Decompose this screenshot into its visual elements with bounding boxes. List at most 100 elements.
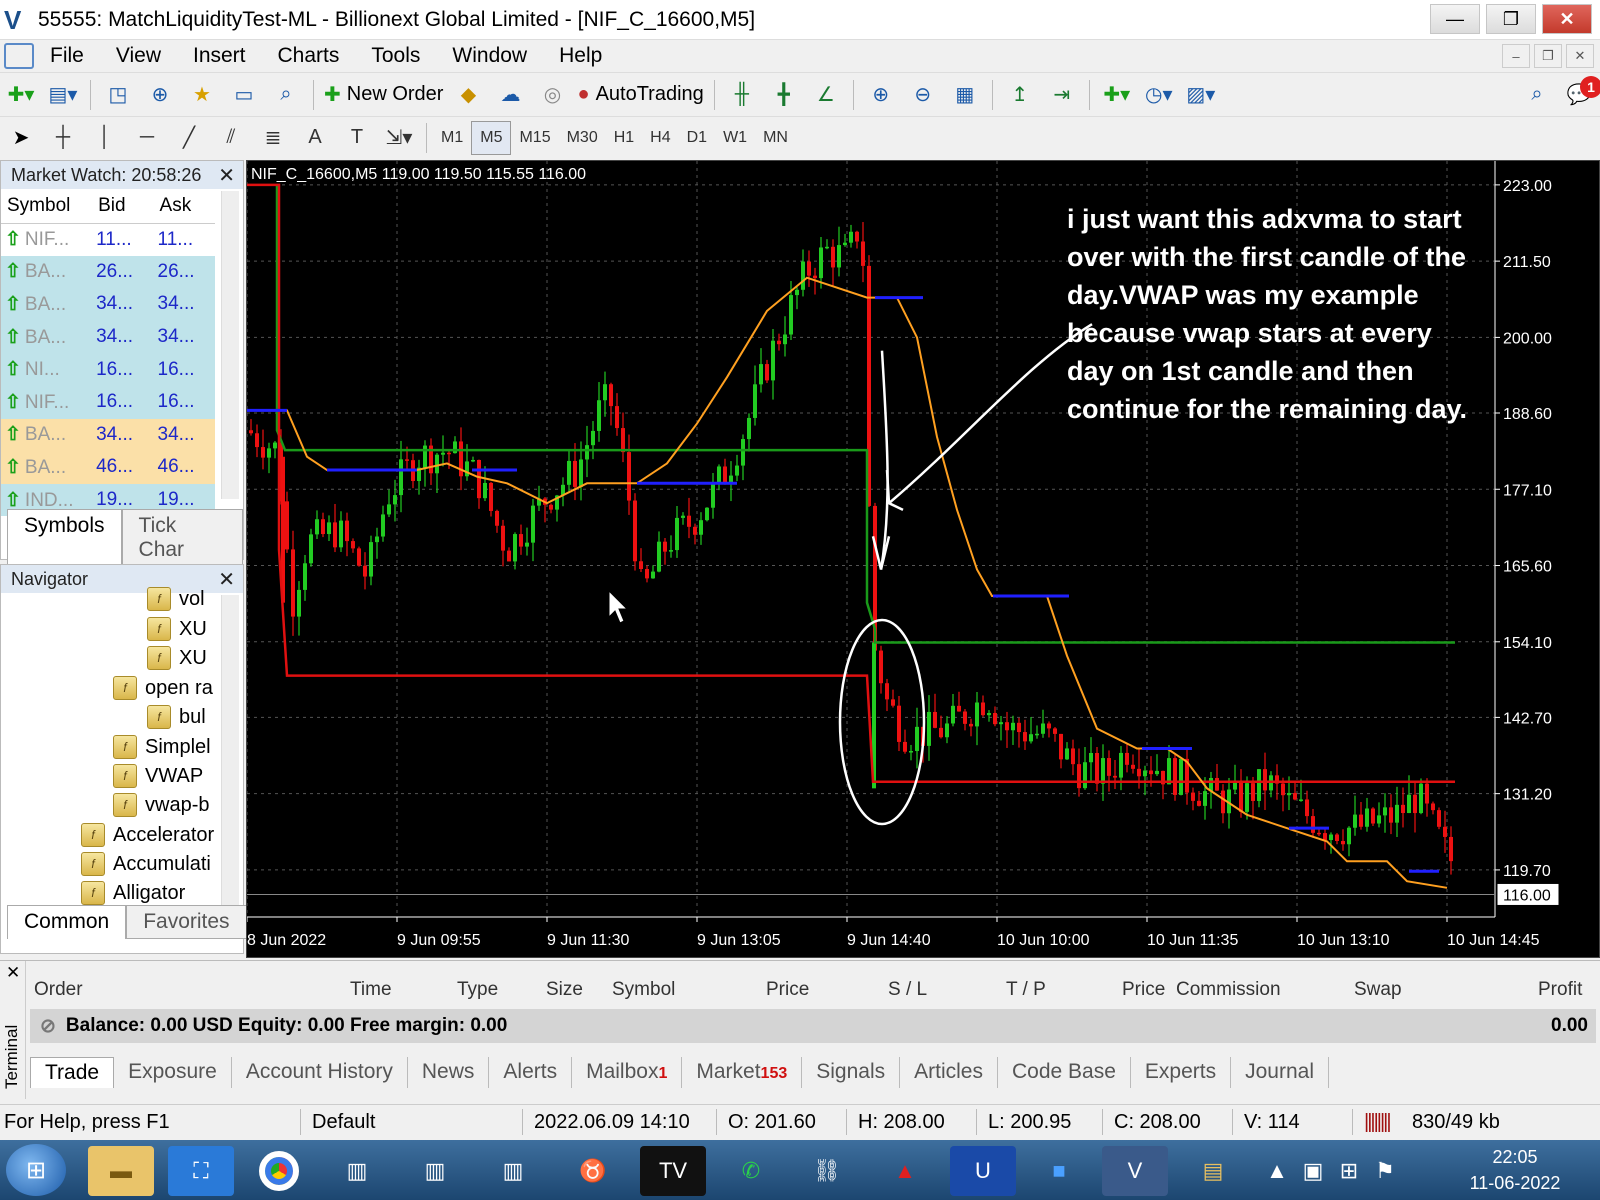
navigator-item[interactable]: f Accelerator — [81, 823, 223, 847]
navigator-item[interactable]: f Simplel — [113, 735, 223, 759]
terminal-tab-account-history[interactable]: Account History — [232, 1057, 408, 1088]
chat-icon[interactable]: ☁ — [493, 78, 527, 112]
equidistant-channel-icon[interactable]: ⫽ — [214, 121, 248, 155]
system-clock[interactable]: 22:05 11-06-2022 — [1460, 1144, 1570, 1196]
terminal-tab-journal[interactable]: Journal — [1231, 1057, 1329, 1088]
tab-common[interactable]: Common — [7, 905, 127, 939]
menu-view[interactable]: View — [100, 44, 177, 68]
trendline-icon[interactable]: ╱ — [172, 121, 206, 155]
navigator-icon[interactable]: ★ — [185, 78, 219, 112]
market-watch-row[interactable]: ⇧ NI... 16... 16... — [1, 353, 215, 386]
network-icon[interactable]: ⊞ — [1332, 1146, 1366, 1196]
market-watch-row[interactable]: ⇧ BA... 34... 34... — [1, 288, 215, 321]
balance-row[interactable]: ⊘ Balance: 0.00 USD Equity: 0.00 Free ma… — [30, 1009, 1596, 1043]
col-swap[interactable]: Swap — [1354, 979, 1402, 1001]
mdi-restore-button[interactable]: ❐ — [1534, 44, 1562, 68]
zoom-icon[interactable]: ■ — [1026, 1146, 1092, 1196]
tray-app-icon[interactable]: ▣ — [1296, 1146, 1330, 1196]
terminal-tab-market[interactable]: Market153 — [682, 1057, 803, 1088]
new-order-button[interactable]: ✚ New Order — [324, 78, 443, 112]
timeframe-m15[interactable]: M15 — [511, 121, 558, 155]
timeframe-h4[interactable]: H4 — [642, 121, 678, 155]
timeframe-d1[interactable]: D1 — [679, 121, 715, 155]
menu-charts[interactable]: Charts — [262, 44, 356, 68]
snipping-tool-icon[interactable]: ⛶ — [168, 1146, 234, 1196]
terminal-tab-mailbox[interactable]: Mailbox1 — [572, 1057, 683, 1088]
market-watch-row[interactable]: ⇧ BA... 34... 34... — [1, 418, 215, 452]
terminal-app-2-icon[interactable]: ▥ — [402, 1146, 468, 1196]
mdi-minimize-button[interactable]: – — [1502, 44, 1530, 68]
terminal-tab-trade[interactable]: Trade — [30, 1057, 115, 1088]
data-window-icon[interactable]: ⊕ — [143, 78, 177, 112]
market-watch-row[interactable]: ⇧ BA... 46... 46... — [1, 451, 215, 484]
tradingview-icon[interactable]: TV — [640, 1146, 706, 1196]
profiles-icon[interactable]: ▤▾ — [46, 78, 80, 112]
col-price-2[interactable]: Price — [1122, 979, 1165, 1001]
cursor-icon[interactable]: ➤ — [4, 121, 38, 155]
tab-tick-chart[interactable]: Tick Char — [121, 509, 243, 567]
timeframe-h1[interactable]: H1 — [606, 121, 642, 155]
arrows-icon[interactable]: ⇲▾ — [382, 121, 416, 155]
search-icon[interactable]: ⌕ — [1520, 78, 1554, 112]
navigator-scrollbar[interactable] — [221, 595, 239, 905]
menu-window[interactable]: Window — [436, 44, 543, 68]
tab-symbols[interactable]: Symbols — [7, 509, 122, 567]
navigator-item[interactable]: f Accumulati — [81, 852, 223, 876]
menu-help[interactable]: Help — [543, 44, 618, 68]
timeframe-w1[interactable]: W1 — [715, 121, 755, 155]
chart-window[interactable]: 223.00 211.50 200.00 188.60 177.10 165.60 154.… — [246, 160, 1600, 958]
auto-trading-button[interactable]: ● AutoTrading — [577, 78, 703, 112]
metaeditor-app-icon[interactable]: ▤ — [1180, 1146, 1246, 1196]
terminal-app-3-icon[interactable]: ▥ — [480, 1146, 546, 1196]
navigator-item[interactable]: f open ra — [113, 676, 223, 700]
restore-button[interactable]: ❐ — [1486, 4, 1536, 34]
timeframe-m5[interactable]: M5 — [471, 120, 512, 155]
tray-expand-icon[interactable]: ▲ — [1262, 1146, 1292, 1196]
start-button-icon[interactable]: ⊞ — [6, 1144, 66, 1196]
navigator-item[interactable]: f vwap-b — [113, 793, 223, 817]
candlestick-icon[interactable]: ╋ — [767, 78, 801, 112]
timeframe-mn[interactable]: MN — [755, 121, 796, 155]
terminal-tab-news[interactable]: News — [408, 1057, 490, 1088]
mdi-close-button[interactable]: ✕ — [1566, 44, 1594, 68]
text-label-icon[interactable]: T — [340, 121, 374, 155]
bar-chart-icon[interactable]: ╫ — [725, 78, 759, 112]
vertical-line-icon[interactable]: │ — [88, 121, 122, 155]
col-tp[interactable]: T / P — [1006, 979, 1046, 1001]
menu-insert[interactable]: Insert — [177, 44, 262, 68]
minimize-button[interactable]: — — [1430, 4, 1480, 34]
crosshair-icon[interactable]: ┼ — [46, 121, 80, 155]
navigator-item[interactable]: f XU — [147, 617, 223, 641]
zoom-in-icon[interactable]: ⊕ — [864, 78, 898, 112]
link-app-icon[interactable]: ⛓ — [794, 1146, 860, 1196]
terminal-close-icon[interactable]: ✕ — [6, 963, 20, 983]
indicators-icon[interactable]: ✚▾ — [1100, 78, 1134, 112]
menu-tools[interactable]: Tools — [355, 44, 436, 68]
market-watch-row[interactable]: ⇧ BA... 26... 26... — [1, 255, 215, 289]
col-commission[interactable]: Commission — [1176, 979, 1281, 1001]
terminal-tab-alerts[interactable]: Alerts — [489, 1057, 573, 1088]
column-symbol[interactable]: Symbol — [1, 189, 93, 224]
col-profit[interactable]: Profit — [1538, 979, 1582, 1001]
file-explorer-icon[interactable]: ▬ — [88, 1146, 154, 1196]
tab-favorites[interactable]: Favorites — [126, 905, 247, 939]
col-price[interactable]: Price — [766, 979, 809, 1001]
line-chart-icon[interactable]: ∠ — [809, 78, 843, 112]
col-sl[interactable]: S / L — [888, 979, 927, 1001]
terminal-icon[interactable]: ▭ — [227, 78, 261, 112]
connection-bars-icon[interactable]: |||||||| — [1364, 1111, 1392, 1134]
market-watch-scrollbar[interactable] — [221, 191, 239, 499]
terminal-tab-signals[interactable]: Signals — [802, 1057, 901, 1088]
terminal-app-1-icon[interactable]: ▥ — [324, 1146, 390, 1196]
metaeditor-icon[interactable]: ◆ — [451, 78, 485, 112]
market-watch-row[interactable]: ⇧ BA... 34... 34... — [1, 320, 215, 354]
price-chart[interactable]: 223.00 211.50 200.00 188.60 177.10 165.60 154.… — [247, 161, 1599, 957]
delta-app-icon[interactable]: ▲ — [872, 1146, 938, 1196]
auto-scroll-icon[interactable]: ↥ — [1003, 78, 1037, 112]
timeframe-m1[interactable]: M1 — [433, 121, 471, 155]
menu-file[interactable]: File — [34, 44, 100, 68]
zoom-out-icon[interactable]: ⊖ — [906, 78, 940, 112]
navigator-item[interactable]: f VWAP — [113, 764, 223, 788]
terminal-tab-experts[interactable]: Experts — [1131, 1057, 1232, 1088]
new-chart-icon[interactable]: ✚▾ — [4, 78, 38, 112]
